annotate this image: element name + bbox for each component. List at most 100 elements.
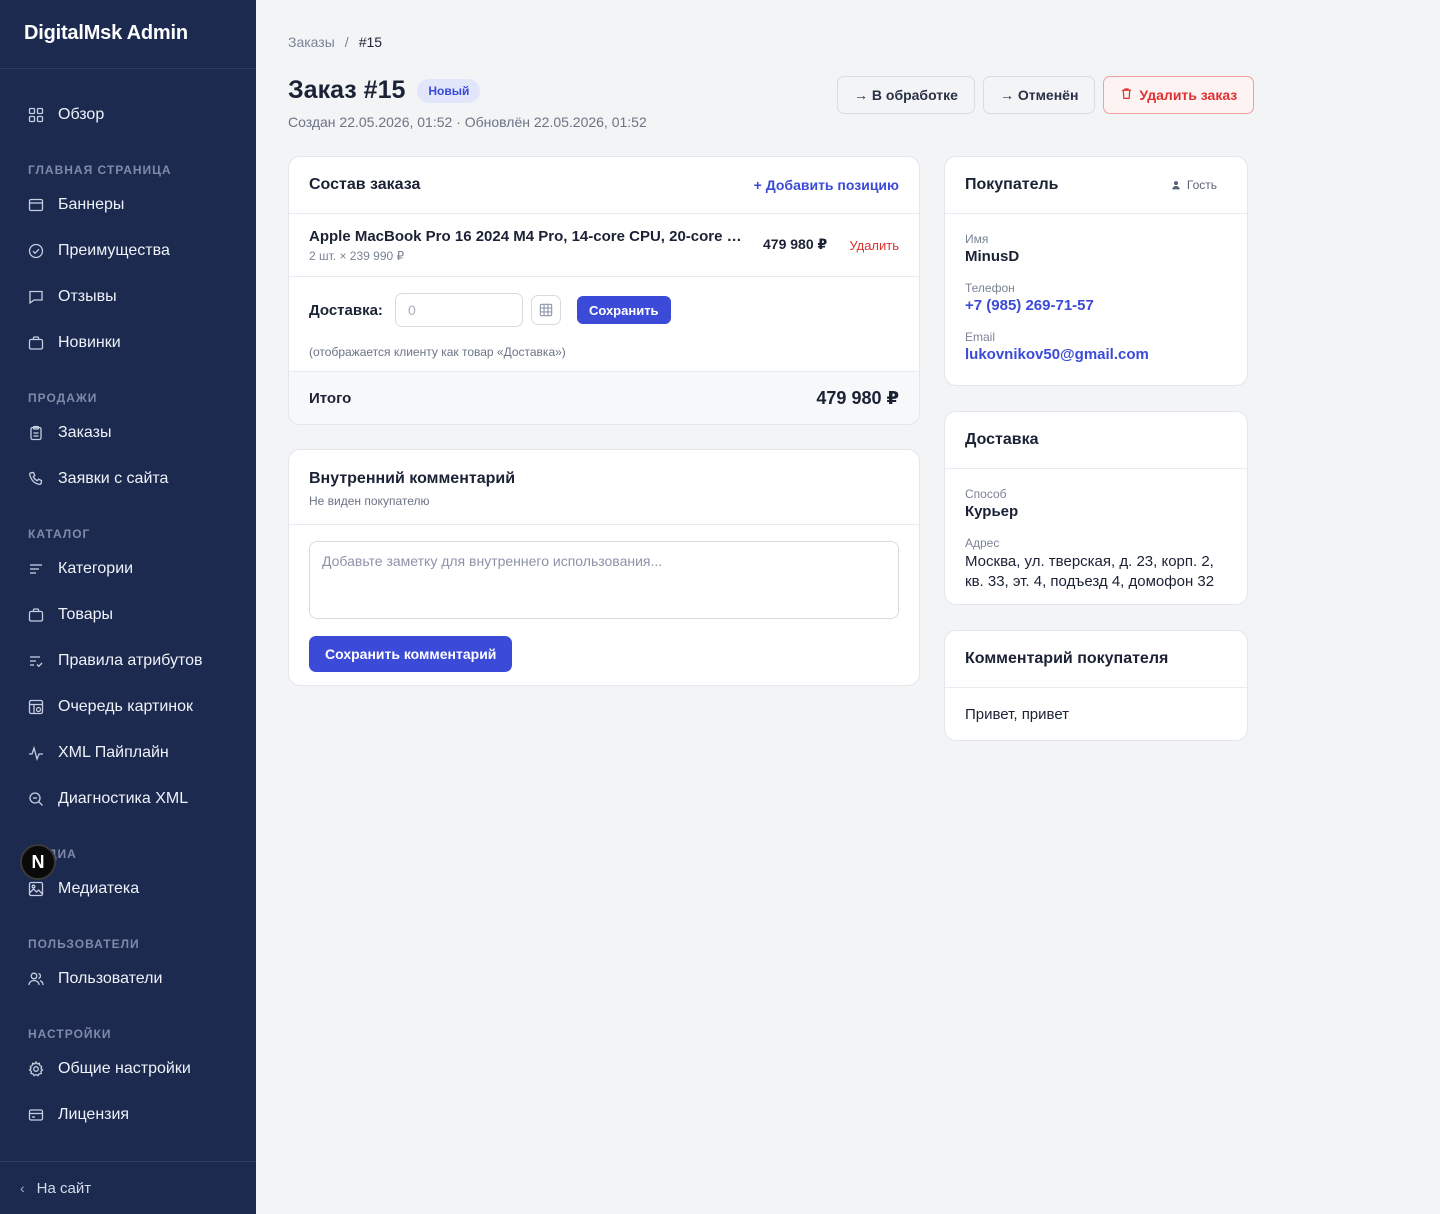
sidebar-item-products[interactable]: Товары	[28, 601, 244, 629]
buyer-phone-label: Телефон	[965, 281, 1015, 295]
back-to-site-link[interactable]: ‹ На сайт	[0, 1161, 256, 1214]
sidebar-item-banners[interactable]: Баннеры	[28, 191, 244, 219]
lines-icon	[28, 561, 44, 577]
sidebar-item-new[interactable]: Новинки	[28, 329, 244, 357]
sidebar-item-image-queue[interactable]: Очередь картинок	[28, 693, 244, 721]
total-row: Итого 479 980 ₽	[289, 372, 919, 424]
guest-badge: Гость	[1171, 178, 1217, 192]
guest-label: Гость	[1186, 178, 1217, 192]
buyer-comment-text: Привет, привет	[965, 706, 1070, 723]
sidebar-item-categories[interactable]: Категории	[28, 555, 244, 583]
sidebar-item-orders[interactable]: Заказы	[28, 419, 244, 447]
delete-order-label: Удалить заказ	[1139, 87, 1238, 103]
check-circle-icon	[28, 243, 44, 259]
grid-icon	[28, 107, 44, 123]
item-price: 479 980 ₽	[763, 236, 828, 252]
sidebar-item-label: XML Пайплайн	[58, 744, 169, 761]
sidebar-item-xml-diagnostics[interactable]: Диагностика XML	[28, 785, 244, 813]
breadcrumb-orders-link[interactable]: Заказы	[288, 34, 335, 50]
buyer-email-link[interactable]: lukovnikov50@gmail.com	[965, 346, 1227, 363]
set-cancelled-button[interactable]: → Отменён	[982, 76, 1096, 114]
internal-comment-subtitle: Не виден покупателю	[309, 494, 430, 508]
sidebar-item-label: Правила атрибутов	[58, 652, 203, 669]
sidebar-section-catalog: КАТАЛОГ	[28, 527, 91, 541]
delivery-hint: (отображается клиенту как товар «Доставк…	[309, 345, 566, 359]
sidebar-item-label: Обзор	[58, 106, 105, 123]
search-icon	[28, 791, 44, 807]
buyer-card: Покупатель Гость Имя MinusD Телефон +7 (…	[944, 156, 1248, 386]
delivery-method: Курьер	[965, 503, 1019, 520]
delivery-header: Доставка	[945, 412, 1247, 469]
save-delivery-button[interactable]: Сохранить	[576, 296, 671, 324]
chat-icon	[28, 289, 44, 305]
phone-icon	[28, 471, 44, 487]
delete-order-button[interactable]: Удалить заказ	[1103, 76, 1255, 114]
sidebar-item-label: Отзывы	[58, 288, 117, 305]
calculator-button[interactable]	[530, 295, 561, 325]
sidebar-section-sales: ПРОДАЖИ	[28, 391, 98, 405]
delivery-cost-input[interactable]	[394, 293, 523, 327]
page-title-row: Заказ #15 Новый	[288, 76, 481, 105]
sidebar-item-license[interactable]: Лицензия	[28, 1101, 244, 1129]
sidebar: DigitalMsk Admin Обзор ГЛАВНАЯ СТРАНИЦА …	[0, 0, 256, 1214]
brand-logo[interactable]: DigitalMsk Admin	[0, 0, 256, 69]
delivery-title: Доставка	[965, 431, 1039, 448]
sidebar-item-users[interactable]: Пользователи	[28, 965, 244, 993]
image-queue-icon	[28, 699, 44, 715]
buyer-phone-link[interactable]: +7 (985) 269-71-57	[965, 297, 1227, 314]
add-item-button[interactable]: + Добавить позицию	[754, 177, 899, 193]
page-title: Заказ #15	[288, 76, 406, 104]
sidebar-item-requests[interactable]: Заявки с сайта	[28, 465, 244, 493]
sidebar-item-xml-pipeline[interactable]: XML Пайплайн	[28, 739, 244, 767]
card-icon	[28, 1107, 44, 1123]
sidebar-item-label: Заявки с сайта	[58, 470, 169, 487]
internal-comment-card: Внутренний комментарий Не виден покупате…	[288, 449, 920, 686]
save-comment-button[interactable]: Сохранить комментарий	[309, 636, 513, 672]
buyer-comment-card: Комментарий покупателя Привет, привет	[944, 630, 1248, 741]
status-badge: Новый	[417, 78, 481, 103]
internal-comment-title: Внутренний комментарий	[309, 470, 516, 487]
sidebar-item-advantages[interactable]: Преимущества	[28, 237, 244, 265]
order-actions: → В обработке → Отменён Удалить заказ	[837, 76, 1255, 114]
main-content: Заказы / #15 Заказ #15 Новый Создан 22.0…	[256, 0, 1440, 1214]
sidebar-item-attribute-rules[interactable]: Правила атрибутов	[28, 647, 244, 675]
sidebar-item-label: Диагностика XML	[58, 790, 189, 807]
sidebar-item-label: Пользователи	[58, 970, 163, 987]
trash-icon	[1120, 87, 1133, 103]
sidebar-item-label: Лицензия	[58, 1106, 130, 1123]
delivery-card: Доставка Способ Курьер Адрес Москва, ул.…	[944, 411, 1248, 605]
delivery-cost-row: Доставка: Сохранить (отображается клиент…	[289, 277, 919, 372]
calculator-icon	[539, 303, 553, 317]
sidebar-item-general-settings[interactable]: Общие настройки	[28, 1055, 244, 1083]
banner-icon	[28, 197, 44, 213]
list-check-icon	[28, 653, 44, 669]
gear-icon	[28, 1061, 44, 1077]
internal-comment-input[interactable]	[309, 541, 899, 619]
total-label: Итого	[309, 389, 352, 407]
user-icon	[1172, 181, 1180, 190]
item-name[interactable]: Apple MacBook Pro 16 2024 M4 Pro, 14-cor…	[309, 228, 749, 245]
users-icon	[28, 971, 44, 987]
delete-item-button[interactable]: Удалить	[849, 238, 899, 253]
sidebar-item-label: Преимущества	[58, 242, 170, 259]
internal-comment-header: Внутренний комментарий Не виден покупате…	[289, 450, 919, 525]
table-row: Apple MacBook Pro 16 2024 M4 Pro, 14-cor…	[289, 214, 919, 277]
set-processing-button[interactable]: → В обработке	[837, 76, 975, 114]
buyer-comment-title: Комментарий покупателя	[965, 650, 1169, 667]
sidebar-item-label: Категории	[58, 560, 134, 577]
sidebar-item-overview[interactable]: Обзор	[28, 101, 244, 129]
sidebar-item-label: Новинки	[58, 334, 121, 351]
sidebar-item-media-library[interactable]: Медиатека	[28, 875, 244, 903]
bag-icon	[28, 335, 44, 351]
sidebar-item-label: Общие настройки	[58, 1060, 191, 1077]
sidebar-item-label: Товары	[58, 606, 114, 623]
sidebar-item-reviews[interactable]: Отзывы	[28, 283, 244, 311]
sidebar-section-home: ГЛАВНАЯ СТРАНИЦА	[28, 163, 172, 177]
order-composition-card: Состав заказа + Добавить позицию Apple M…	[288, 156, 920, 425]
total-value: 479 980 ₽	[816, 387, 899, 408]
chevron-left-icon: ‹	[20, 1180, 25, 1196]
pulse-icon	[28, 745, 44, 761]
next-dev-badge[interactable]: N	[20, 844, 56, 880]
breadcrumb-separator: /	[344, 34, 349, 50]
buyer-header: Покупатель Гость	[945, 157, 1247, 214]
